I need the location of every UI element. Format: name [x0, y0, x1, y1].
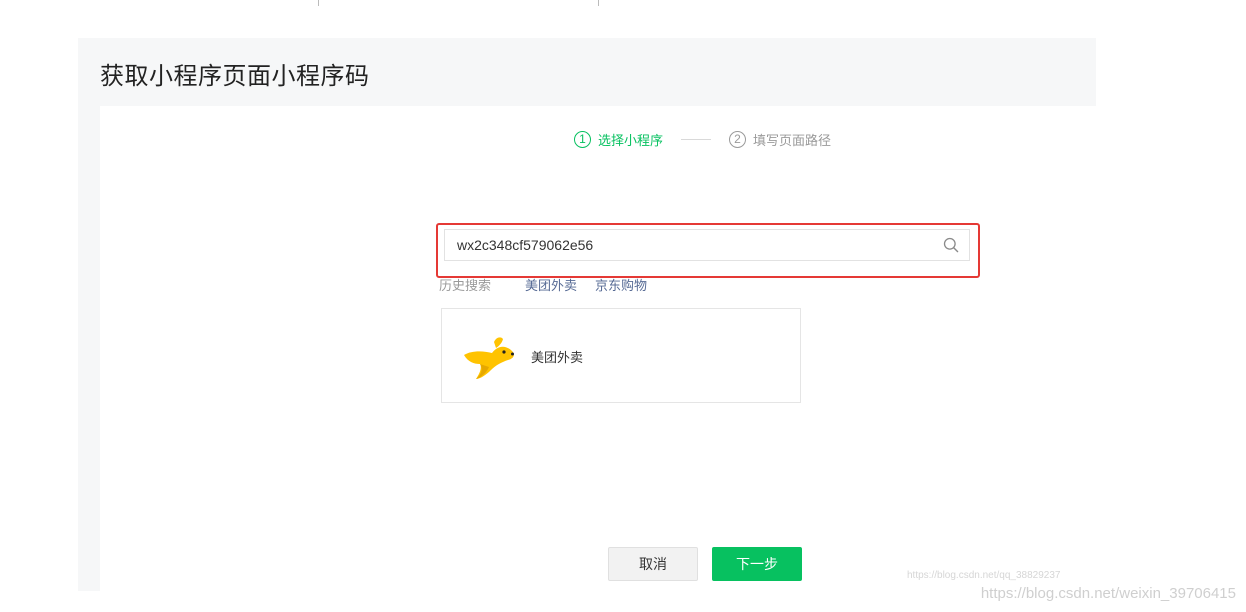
search-history: 历史搜索 美团外卖 京东购物 — [439, 275, 665, 294]
dialog-panel: 获取小程序页面小程序码 1 选择小程序 2 填写页面路径 历史搜索 美团外卖 — [78, 38, 1096, 591]
search-result-card[interactable]: 美团外卖 — [441, 308, 801, 403]
top-strip — [0, 0, 1246, 8]
watermark-large: https://blog.csdn.net/weixin_39706415 — [980, 585, 1236, 602]
dialog-body: 1 选择小程序 2 填写页面路径 历史搜索 美团外卖 京东购物 — [100, 106, 1096, 591]
page-title: 获取小程序页面小程序码 — [100, 63, 370, 90]
watermark-small: https://blog.csdn.net/qq_38829237 — [907, 570, 1061, 581]
step-label: 选择小程序 — [598, 132, 664, 148]
divider — [598, 0, 599, 6]
search-input[interactable] — [457, 230, 927, 260]
divider — [318, 0, 319, 6]
step-page-path: 2 填写页面路径 — [729, 130, 831, 149]
meituan-kangaroo-logo — [464, 337, 514, 379]
step-label: 填写页面路径 — [753, 132, 832, 148]
result-name: 美团外卖 — [531, 350, 584, 365]
step-number: 2 — [729, 130, 747, 148]
step-indicator: 1 选择小程序 2 填写页面路径 — [574, 128, 831, 150]
search-box — [444, 229, 970, 261]
step-connector — [681, 138, 712, 140]
search-icon[interactable] — [943, 237, 959, 253]
step-select-miniprogram: 1 选择小程序 — [574, 130, 663, 149]
history-item-meituan[interactable]: 美团外卖 — [525, 275, 577, 294]
history-item-jd[interactable]: 京东购物 — [595, 275, 647, 294]
step-number: 1 — [574, 130, 591, 148]
next-step-button[interactable]: 下一步 — [712, 547, 802, 581]
history-label: 历史搜索 — [439, 278, 492, 293]
cancel-button[interactable]: 取消 — [608, 547, 698, 581]
